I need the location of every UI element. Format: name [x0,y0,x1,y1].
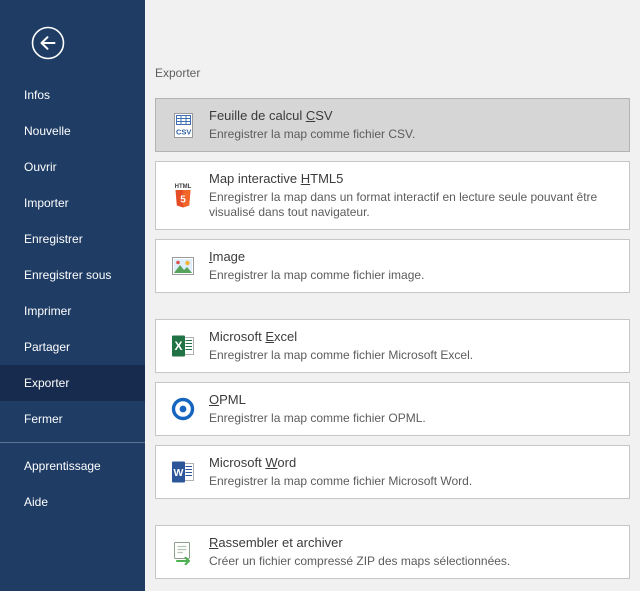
sidebar-item-label: Enregistrer sous [24,268,111,282]
export-option-title: OPML [209,392,426,408]
export-option-text: Rassembler et archiver Créer un fichier … [209,535,510,569]
sidebar-item-enregistrer-sous[interactable]: Enregistrer sous [0,257,145,293]
export-option-description: Enregistrer la map comme fichier Microso… [209,474,472,489]
sidebar-item-infos[interactable]: Infos [0,77,145,113]
export-option-title: Microsoft Word [209,455,472,471]
sidebar-item-fermer[interactable]: Fermer [0,401,145,437]
sidebar-item-label: Apprentissage [24,459,101,473]
export-panel: Exporter CSV Feuille de calcul CSV Enreg… [145,0,640,591]
export-option-text: Map interactive HTML5 Enregistrer la map… [209,171,617,220]
sidebar-item-label: Enregistrer [24,232,83,246]
export-option-description: Créer un fichier compressé ZIP des maps … [209,554,510,569]
export-option-description: Enregistrer la map comme fichier Microso… [209,348,473,363]
svg-text:CSV: CSV [176,127,191,136]
svg-text:5: 5 [180,194,186,205]
export-option-description: Enregistrer la map comme fichier CSV. [209,127,415,142]
export-option-word[interactable]: W Microsoft Word Enregistrer la map comm… [155,445,630,499]
csv-file-icon: CSV [168,111,198,139]
export-option-description: Enregistrer la map dans un format intera… [209,190,617,220]
sidebar-divider [0,442,145,443]
export-option-csv[interactable]: CSV Feuille de calcul CSV Enregistrer la… [155,98,630,152]
image-icon [168,252,198,280]
export-option-title: Image [209,249,424,265]
sidebar: Infos Nouvelle Ouvrir Importer Enregistr… [0,0,145,591]
sidebar-item-partager[interactable]: Partager [0,329,145,365]
export-option-title: Rassembler et archiver [209,535,510,551]
export-option-title: Map interactive HTML5 [209,171,617,187]
back-button[interactable] [30,25,66,61]
export-option-image[interactable]: Image Enregistrer la map comme fichier i… [155,239,630,293]
sidebar-item-label: Infos [24,88,50,102]
sidebar-item-label: Partager [24,340,70,354]
sidebar-item-apprentissage[interactable]: Apprentissage [0,448,145,484]
export-option-text: OPML Enregistrer la map comme fichier OP… [209,392,426,426]
sidebar-item-label: Imprimer [24,304,71,318]
sidebar-item-enregistrer[interactable]: Enregistrer [0,221,145,257]
export-option-description: Enregistrer la map comme fichier image. [209,268,424,283]
sidebar-item-label: Ouvrir [24,160,57,174]
svg-text:W: W [174,467,184,479]
sidebar-item-label: Aide [24,495,48,509]
word-icon: W [168,458,198,486]
svg-text:HTML: HTML [175,184,192,190]
sidebar-item-importer[interactable]: Importer [0,185,145,221]
sidebar-item-ouvrir[interactable]: Ouvrir [0,149,145,185]
export-option-description: Enregistrer la map comme fichier OPML. [209,411,426,426]
sidebar-item-nouvelle[interactable]: Nouvelle [0,113,145,149]
page-title: Exporter [155,66,630,80]
backstage-view: Infos Nouvelle Ouvrir Importer Enregistr… [0,0,640,591]
opml-icon [168,395,198,423]
archive-icon [168,538,198,566]
sidebar-item-label: Importer [24,196,69,210]
export-option-text: Image Enregistrer la map comme fichier i… [209,249,424,283]
back-arrow-icon [30,25,66,61]
export-option-title: Microsoft Excel [209,329,473,345]
export-option-title: Feuille de calcul CSV [209,108,415,124]
sidebar-item-exporter[interactable]: Exporter [0,365,145,401]
export-option-text: Feuille de calcul CSV Enregistrer la map… [209,108,415,142]
export-option-text: Microsoft Word Enregistrer la map comme … [209,455,472,489]
sidebar-item-label: Fermer [24,412,63,426]
export-option-opml[interactable]: OPML Enregistrer la map comme fichier OP… [155,382,630,436]
excel-icon: X [168,332,198,360]
export-option-archive[interactable]: Rassembler et archiver Créer un fichier … [155,525,630,579]
sidebar-item-label: Nouvelle [24,124,71,138]
svg-text:X: X [174,339,182,353]
export-option-html5[interactable]: HTML 5 Map interactive HTML5 Enregistrer… [155,161,630,230]
html5-icon: HTML 5 [168,182,198,210]
sidebar-item-label: Exporter [24,376,69,390]
export-option-text: Microsoft Excel Enregistrer la map comme… [209,329,473,363]
export-option-excel[interactable]: X Microsoft Excel Enregistrer la map com… [155,319,630,373]
sidebar-item-imprimer[interactable]: Imprimer [0,293,145,329]
sidebar-item-aide[interactable]: Aide [0,484,145,520]
